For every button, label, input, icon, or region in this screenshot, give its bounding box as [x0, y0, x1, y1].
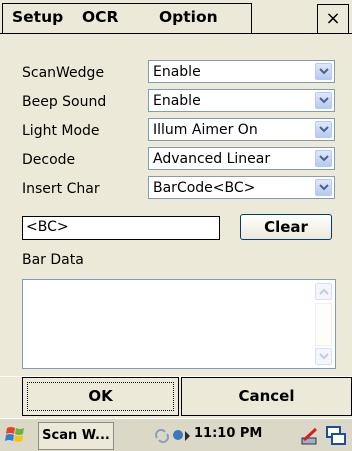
ok-button[interactable]: OK	[22, 377, 179, 416]
close-button[interactable]: ×	[317, 4, 349, 34]
chevron-down-icon[interactable]	[315, 92, 332, 109]
light-mode-value: Illum Aimer On	[153, 122, 258, 138]
taskbar: Scan W... 11:10 PM	[0, 418, 352, 451]
taskbar-app-button[interactable]: Scan W...	[38, 422, 114, 450]
clock[interactable]: 11:10 PM	[194, 426, 262, 441]
focus-ring	[27, 382, 174, 411]
window-switch-icon[interactable]	[325, 425, 347, 451]
beep-sound-value: Enable	[153, 93, 201, 109]
insert-text-input[interactable]: <BC>	[22, 216, 220, 240]
decode-label: Decode	[22, 152, 76, 168]
taskbar-app-label: Scan W...	[42, 428, 110, 443]
chevron-down-icon[interactable]	[315, 121, 332, 138]
bar-data-label: Bar Data	[22, 252, 84, 268]
menu-option[interactable]: Option	[159, 2, 218, 32]
scanwedge-select[interactable]: Enable	[148, 60, 335, 83]
decode-value: Advanced Linear	[153, 151, 271, 167]
keyboard-pen-icon[interactable]	[300, 426, 320, 450]
chevron-down-icon[interactable]	[315, 63, 332, 80]
bar-data-textarea[interactable]	[22, 279, 336, 369]
menu-divider	[0, 33, 352, 34]
cancel-button[interactable]: Cancel	[181, 377, 352, 416]
insert-char-value: BarCode<BC>	[153, 180, 256, 196]
menu-ocr[interactable]: OCR	[82, 2, 119, 32]
scroll-down-icon[interactable]	[315, 348, 332, 365]
beep-sound-select[interactable]: Enable	[148, 89, 335, 112]
vertical-scrollbar[interactable]	[313, 281, 334, 367]
menu-bar: Setup OCR Option ×	[0, 0, 352, 40]
scanwedge-value: Enable	[153, 64, 201, 80]
scrollbar-track[interactable]	[315, 303, 332, 346]
system-tray: 11:10 PM	[140, 420, 352, 451]
connection-arrow-icon[interactable]	[172, 427, 192, 449]
insert-char-select[interactable]: BarCode<BC>	[148, 176, 335, 199]
menu-setup[interactable]: Setup	[12, 2, 63, 32]
light-mode-select[interactable]: Illum Aimer On	[148, 118, 335, 141]
decode-select[interactable]: Advanced Linear	[148, 147, 335, 170]
chevron-down-icon[interactable]	[315, 150, 332, 167]
cancel-label: Cancel	[238, 387, 295, 405]
network-sync-icon[interactable]	[154, 428, 170, 448]
chevron-down-icon[interactable]	[315, 179, 332, 196]
clear-button[interactable]: Clear	[240, 214, 332, 240]
scroll-up-icon[interactable]	[315, 283, 332, 300]
close-icon: ×	[325, 8, 341, 29]
beep-sound-label: Beep Sound	[22, 94, 107, 110]
light-mode-label: Light Mode	[22, 123, 100, 139]
insert-text-value: <BC>	[26, 219, 69, 235]
windows-start-icon[interactable]	[4, 423, 28, 447]
scanwedge-label: ScanWedge	[22, 65, 105, 81]
insert-char-label: Insert Char	[22, 181, 100, 197]
